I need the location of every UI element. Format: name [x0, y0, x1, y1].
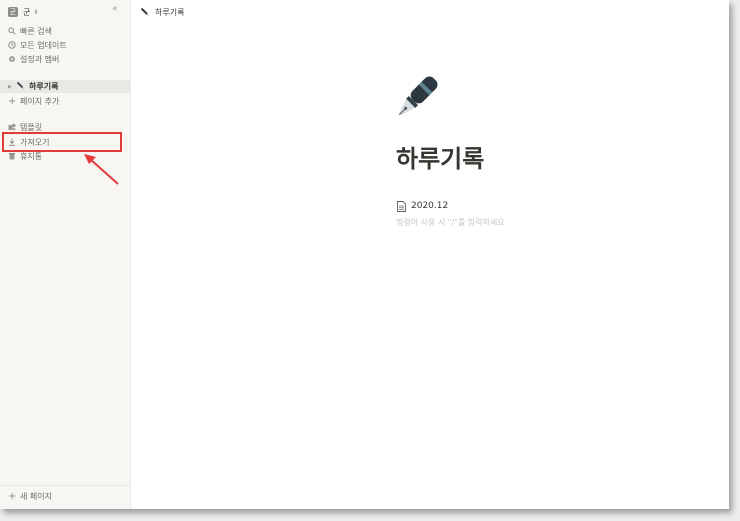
editor-placeholder[interactable]: 명령어 사용 시 "/"를 입력하세요 [396, 217, 505, 228]
add-page-button[interactable]: + 페이지 추가 [8, 95, 126, 108]
sidebar-item-label: 하루기록 [29, 82, 59, 91]
sidebar-page-haru[interactable]: ▶ 하루기록 [0, 80, 130, 93]
sidebar-item-all-updates[interactable]: 모든 업데이트 [8, 39, 126, 52]
sidebar-item-label: 페이지 추가 [20, 97, 60, 106]
breadcrumb-label: 하루기록 [155, 7, 185, 17]
sidebar-item-label: 휴지통 [20, 152, 43, 161]
highlight-box [2, 132, 122, 152]
sidebar-item-label: 빠른 검색 [20, 27, 52, 36]
document-icon [397, 200, 406, 212]
app-window: 군 군 ⬍ « 빠른 검색 모든 업데이트 설정과 멤버 ▶ 하루기록 + 페이… [0, 0, 729, 509]
gear-icon [8, 55, 20, 65]
breadcrumb[interactable]: 하루기록 [141, 5, 184, 19]
template-icon [8, 123, 20, 133]
annotation-arrow-icon [84, 154, 119, 185]
page-pen-icon[interactable] [393, 73, 441, 121]
workspace-switcher[interactable]: 군 군 ⬍ [8, 4, 128, 20]
clock-icon [8, 40, 20, 51]
pen-icon [17, 81, 29, 92]
sidebar-item-settings[interactable]: 설정과 멤버 [8, 53, 126, 66]
sidebar-item-quick-search[interactable]: 빠른 검색 [8, 25, 126, 38]
workspace-avatar: 군 [8, 7, 18, 17]
subpage-link[interactable]: 2020.12 [397, 199, 448, 213]
subpage-label: 2020.12 [411, 201, 449, 211]
chevron-updown-icon: ⬍ [33, 8, 39, 16]
new-page-button[interactable]: + 새 페이지 [8, 490, 126, 503]
sidebar-item-label: 모든 업데이트 [20, 41, 67, 50]
trash-icon [8, 152, 20, 162]
pen-icon [141, 7, 149, 16]
page-title[interactable]: 하루기록 [396, 139, 484, 174]
collapse-sidebar-icon[interactable]: « [112, 4, 117, 14]
search-icon [8, 26, 20, 37]
sidebar: 군 군 ⬍ « 빠른 검색 모든 업데이트 설정과 멤버 ▶ 하루기록 + 페이… [0, 0, 131, 509]
sidebar-item-label: 새 페이지 [20, 492, 52, 501]
plus-icon: + [8, 491, 17, 502]
divider [0, 485, 130, 486]
workspace-name: 군 [23, 7, 31, 17]
sidebar-item-label: 설정과 멤버 [20, 55, 60, 64]
plus-icon: + [8, 96, 17, 107]
triangle-right-icon[interactable]: ▶ [8, 84, 17, 90]
main-content: 하루기록 하루기록 2020.12 명령어 사용 시 "/"를 입력하세요 [131, 0, 729, 509]
